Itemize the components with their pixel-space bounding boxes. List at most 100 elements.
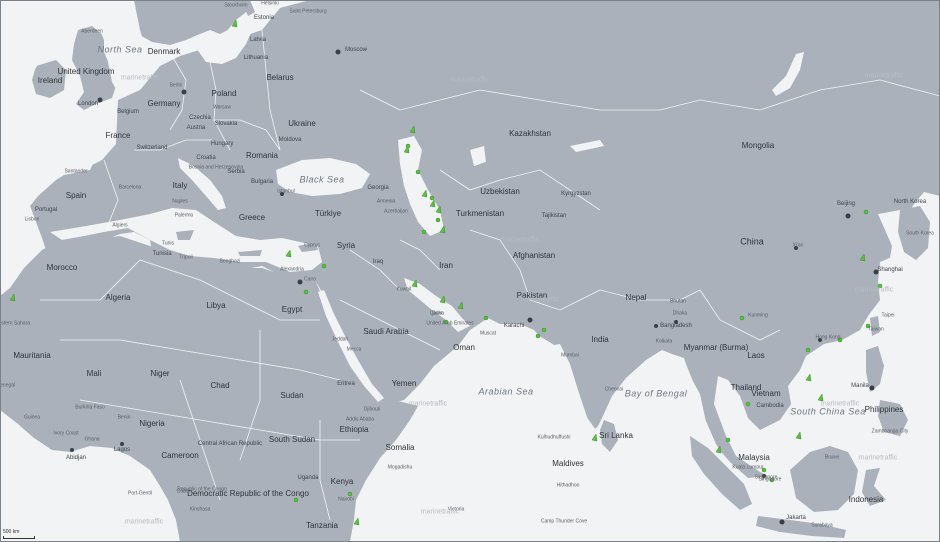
vessel-marker[interactable] [293, 497, 299, 503]
cities-label-nairobi: Nairobi [338, 496, 354, 503]
watermark-label: marinetraffic [864, 72, 904, 80]
city-dot-cairo [297, 279, 303, 285]
countries-label-algeria: Algeria [105, 293, 131, 302]
map-canvas[interactable]: United Kingdom Ireland Denmark Germany Polan… [0, 0, 940, 542]
seas-label-black-sea: Black Sea [299, 174, 345, 185]
cities-label-istanbul: Istanbul [277, 188, 295, 195]
cities-label-kolkata: Kolkata [655, 338, 673, 345]
watermark-label: marinetraffic [520, 296, 560, 304]
countries-label-south-korea: South Korea [906, 230, 934, 237]
cities-label-kuldhuffushi: Kulhudhuffushi [537, 434, 571, 441]
watermark-label: marinetraffic [820, 400, 860, 408]
countries-label-hungary: Hungary [210, 141, 234, 147]
countries-label-tajikistan: Tajikistan [541, 213, 567, 219]
cities-label-beijing: Beijing [836, 201, 856, 207]
city-dot-abidjan [70, 448, 74, 452]
countries-label-malaysia: Malaysia [738, 453, 770, 462]
countries-label-libya: Libya [206, 301, 226, 310]
cities-label-port-gentil: Port-Gentil [128, 490, 152, 497]
countries-label-brunei: Brunei [824, 454, 840, 461]
cities-label-addis-ababa: Addis Ababa [345, 416, 375, 423]
countries-label-latvia: Latvia [249, 37, 267, 43]
countries-label-tanzania: Tanzania [305, 521, 339, 530]
countries-label-mali: Mali [86, 369, 102, 378]
vessel-marker[interactable] [541, 327, 547, 333]
vessel-marker[interactable] [415, 169, 421, 175]
countries-label-georgia: Georgia [367, 185, 389, 191]
cities-label-lagos: Lagos [113, 447, 131, 453]
countries-label-turkmenistan: Turkmenistan [455, 209, 505, 218]
countries-label-bulgaria: Bulgaria [250, 179, 274, 185]
city-dot-berlin [181, 89, 187, 95]
countries-label-taiwan: Taiwan [868, 326, 884, 333]
countries-label-maldives: Maldives [552, 459, 584, 468]
city-dot-manila [869, 385, 875, 391]
cities-label-jakarta: Jakarta [786, 515, 806, 521]
cities-label-surabaya: Surabaya [811, 522, 833, 529]
vessel-marker[interactable] [421, 229, 427, 235]
cities-label-barcelona: Barcelona [118, 184, 142, 191]
cities-label-palermo: Palermo [174, 212, 194, 219]
cities-label-shanghai: Shanghai [877, 267, 903, 273]
countries-label-cyprus: Cyprus [304, 242, 320, 249]
cities-label-mogadishu: Mogadishu [387, 464, 413, 471]
countries-label-turkey: Türkiye [314, 209, 342, 218]
scale-bar: 500 km [3, 529, 35, 539]
countries-label-oman: Oman [453, 343, 475, 352]
countries-label-poland: Poland [211, 89, 237, 98]
countries-label-niger: Niger [150, 369, 170, 378]
vessel-marker[interactable] [435, 217, 441, 223]
countries-label-italy: Italy [172, 181, 188, 190]
vessel-marker[interactable] [347, 491, 353, 497]
cities-label-st-petersburg: Saint Petersburg [289, 8, 327, 15]
countries-label-slovakia: Slovakia [214, 121, 238, 127]
vessel-marker[interactable] [303, 289, 309, 295]
countries-label-syria: Syria [336, 241, 356, 250]
countries-label-djibouti: Djibouti [363, 406, 381, 413]
city-dot-london [97, 97, 103, 103]
vessel-marker[interactable] [863, 209, 869, 215]
vessel-marker[interactable] [321, 263, 327, 269]
seas-label-arabian-sea: Arabian Sea [478, 386, 534, 397]
land-hainan [790, 350, 802, 360]
cities-label-helsinki: Helsinki [261, 0, 279, 7]
cities-label-manila: Manila [851, 383, 869, 389]
vessel-marker[interactable] [745, 401, 751, 407]
cities-label-lisbon: Lisbon [24, 216, 40, 223]
cities-label-kuala-lumpur: Kuala Lumpur [732, 464, 764, 471]
cities-label-tunis: Tunis [161, 240, 175, 247]
watermark-label: marinetraffic [124, 518, 164, 526]
countries-label-bosnia: Bosnia and Herzegovina [188, 164, 244, 171]
vessel-marker[interactable] [725, 437, 731, 443]
vessel-marker[interactable] [483, 315, 489, 321]
countries-label-ivory-coast: Ivory Coast [53, 430, 79, 437]
countries-label-kuwait: Kuwait [396, 286, 412, 293]
vessel-marker[interactable] [805, 347, 811, 353]
countries-label-switzerland: Switzerland [136, 145, 168, 151]
vessel-marker[interactable] [535, 333, 541, 339]
countries-label-iran: Iran [439, 261, 453, 270]
vessel-marker[interactable] [429, 195, 435, 201]
countries-label-tunisia: Tunisia [152, 251, 172, 257]
countries-label-bhutan: Bhutan [670, 298, 686, 305]
watermark-label: marinetraffic [408, 400, 448, 408]
cities-label-mecca: Mecca [346, 346, 362, 353]
countries-label-germany: Germany [147, 99, 181, 108]
countries-label-greece: Greece [238, 213, 266, 222]
countries-label-gabon: Gabon [176, 488, 192, 495]
watermark-label: marinetraffic [420, 508, 460, 516]
countries-label-uzbekistan: Uzbekistan [480, 187, 520, 196]
cities-label-stockholm: Stockholm [224, 2, 248, 9]
countries-label-nepal: Nepal [625, 293, 647, 302]
vessel-marker[interactable] [405, 143, 411, 149]
countries-label-nigeria: Nigeria [139, 419, 165, 428]
countries-label-czechia: Czechia [189, 115, 211, 121]
countries-label-ghana: Ghana [84, 436, 100, 443]
city-dot-kolkata [654, 324, 658, 328]
countries-label-car: Central African Republic [197, 441, 263, 447]
cities-label-kinshasa: Kinshasa [189, 506, 211, 513]
cities-label-benghazi: Benghazi [219, 258, 241, 265]
countries-label-united-kingdom: United Kingdom [57, 67, 115, 76]
vessel-marker[interactable] [739, 315, 745, 321]
cities-label-xian: Xi'an [792, 242, 804, 249]
